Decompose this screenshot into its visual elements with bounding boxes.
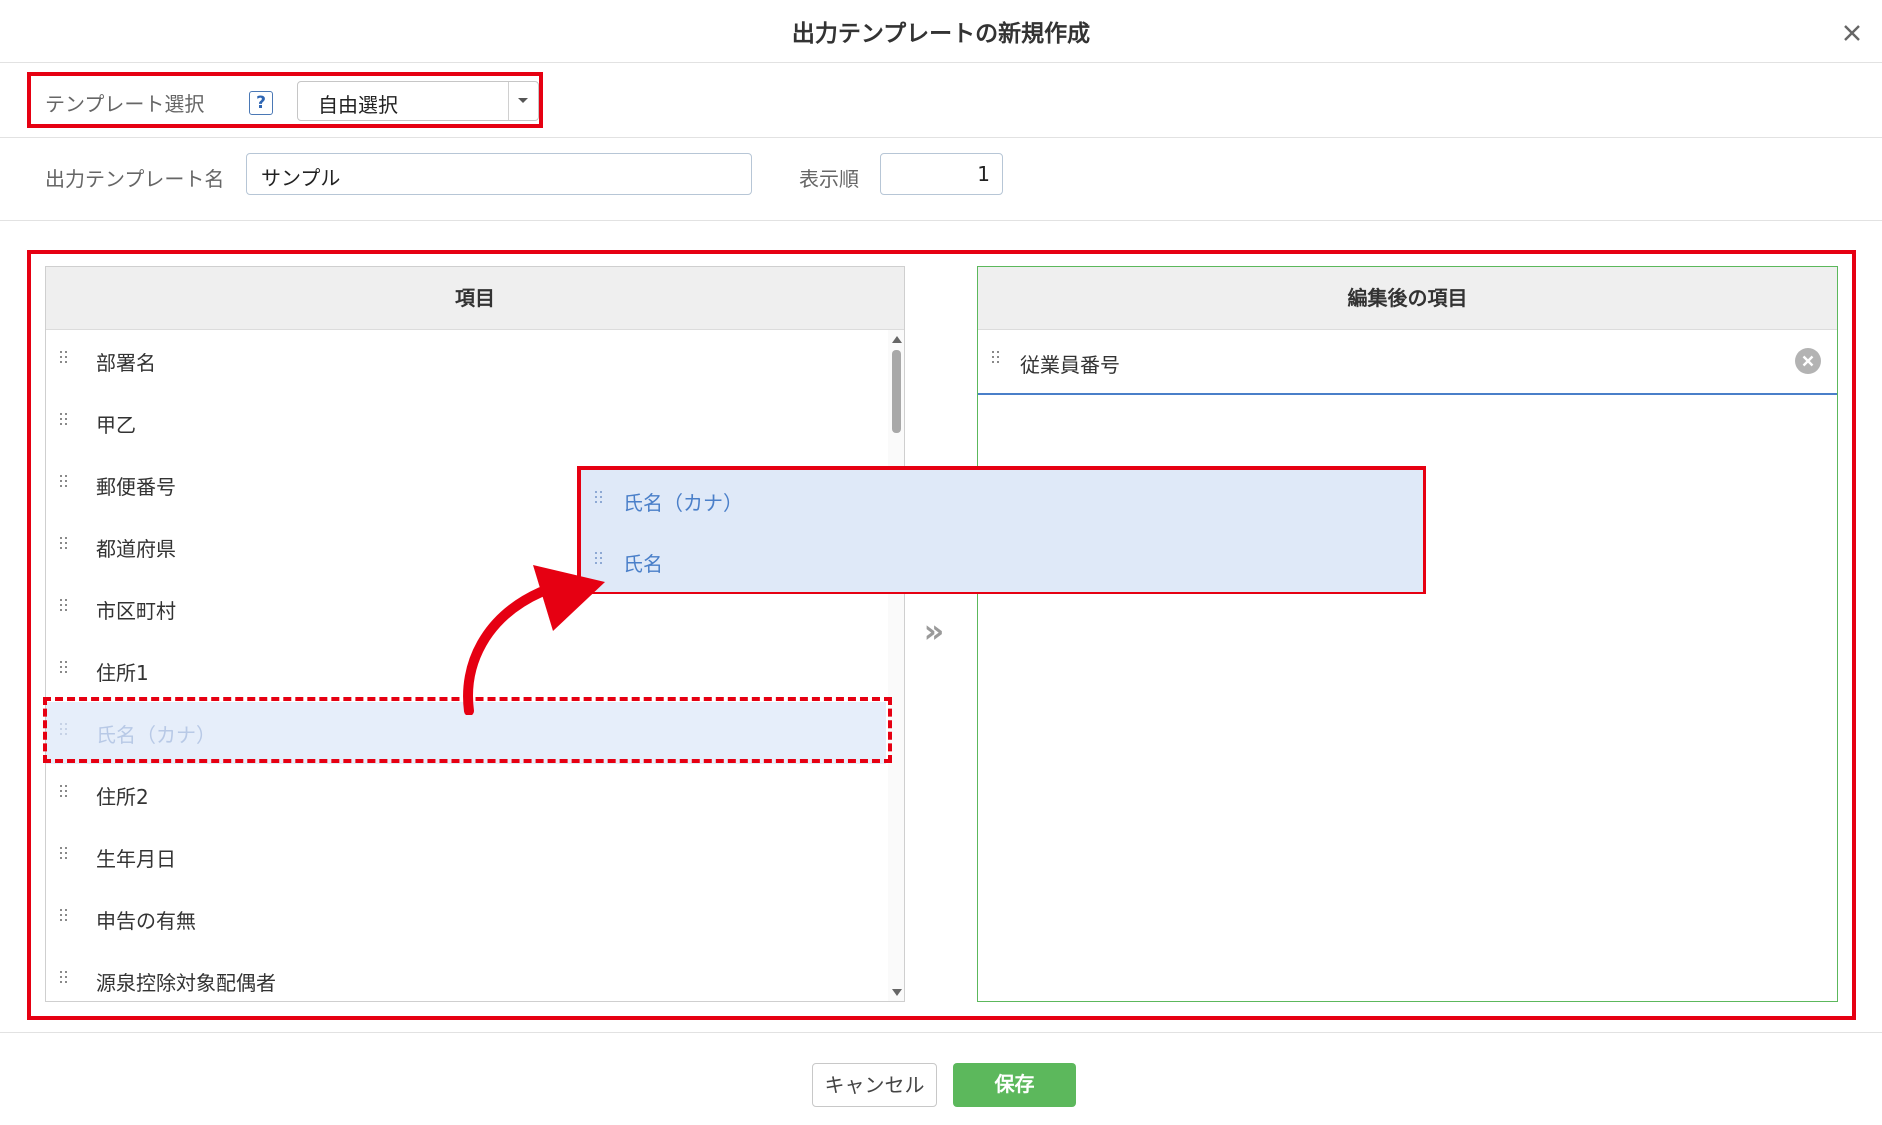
dragging-item[interactable]: 氏名 xyxy=(581,531,1423,592)
drag-handle-icon[interactable] xyxy=(60,351,68,365)
item-label: 住所2 xyxy=(96,785,149,809)
item-row[interactable]: 源泉控除対象配偶者 xyxy=(46,950,886,1001)
template-name-label: 出力テンプレート名 xyxy=(45,167,225,191)
chevron-down-icon[interactable] xyxy=(518,98,528,103)
item-row[interactable]: 部署名 xyxy=(46,330,886,393)
item-label: 住所1 xyxy=(96,661,149,685)
dialog-title: 出力テンプレートの新規作成 xyxy=(791,21,1091,47)
template-select-value: 自由選択 xyxy=(318,93,398,117)
available-items-header: 項目 xyxy=(46,267,904,330)
scrollbar[interactable] xyxy=(888,330,904,1001)
save-button[interactable]: 保存 xyxy=(953,1063,1076,1107)
selected-items-panel: 編集後の項目 従業員番号 xyxy=(977,266,1838,1002)
drag-handle-icon[interactable] xyxy=(992,351,1000,365)
dragging-item-label: 氏名 xyxy=(623,552,663,576)
item-label: 生年月日 xyxy=(96,847,176,871)
cancel-button[interactable]: キャンセル xyxy=(812,1063,937,1107)
divider xyxy=(0,1032,1882,1033)
display-order-value: 1 xyxy=(977,162,990,186)
item-label: 氏名（カナ） xyxy=(96,723,216,747)
item-label: 部署名 xyxy=(96,351,156,375)
template-select-dropdown[interactable]: 自由選択 xyxy=(297,81,539,121)
item-row[interactable]: 甲乙 xyxy=(46,392,886,455)
display-order-label: 表示順 xyxy=(799,167,859,191)
move-right-button[interactable]: » xyxy=(918,615,950,647)
drag-handle-icon[interactable] xyxy=(60,475,68,489)
close-icon[interactable] xyxy=(1837,18,1867,48)
item-label: 甲乙 xyxy=(96,413,136,437)
drag-handle-icon[interactable] xyxy=(60,847,68,861)
item-label: 源泉控除対象配偶者 xyxy=(96,971,276,995)
help-icon[interactable]: ? xyxy=(249,91,273,115)
drag-handle-icon[interactable] xyxy=(60,599,68,613)
drag-handle-icon[interactable] xyxy=(60,661,68,675)
display-order-input[interactable]: 1 xyxy=(880,153,1003,195)
selected-items-header: 編集後の項目 xyxy=(978,267,1837,330)
selected-item-row[interactable]: 従業員番号 xyxy=(978,330,1837,395)
item-row[interactable]: 住所2 xyxy=(46,764,886,827)
drag-handle-icon[interactable] xyxy=(60,785,68,799)
drag-handle-icon[interactable] xyxy=(60,971,68,985)
scrollbar-thumb[interactable] xyxy=(892,350,901,433)
dragging-items[interactable]: 氏名（カナ） 氏名 xyxy=(581,470,1423,592)
selected-item-label: 従業員番号 xyxy=(1020,353,1120,377)
item-label: 都道府県 xyxy=(96,537,176,561)
template-select-label: テンプレート選択 xyxy=(45,92,205,116)
dragging-item[interactable]: 氏名（カナ） xyxy=(581,470,1423,532)
dropdown-divider xyxy=(508,82,509,120)
template-name-input[interactable]: サンプル xyxy=(246,153,752,195)
drag-handle-icon[interactable] xyxy=(60,723,68,737)
divider xyxy=(0,220,1882,221)
template-name-value: サンプル xyxy=(261,166,341,190)
drag-handle-icon[interactable] xyxy=(60,909,68,923)
drag-arrow-icon xyxy=(463,565,605,715)
scroll-down-icon[interactable] xyxy=(892,989,902,996)
drag-handle-icon[interactable] xyxy=(60,413,68,427)
item-label: 申告の有無 xyxy=(96,909,196,933)
drag-handle-icon[interactable] xyxy=(595,491,603,505)
drag-handle-icon[interactable] xyxy=(60,537,68,551)
item-row[interactable]: 生年月日 xyxy=(46,826,886,889)
scroll-up-icon[interactable] xyxy=(892,336,902,343)
divider xyxy=(0,137,1882,138)
remove-icon[interactable] xyxy=(1795,348,1821,374)
divider xyxy=(0,62,1882,63)
dragging-item-label: 氏名（カナ） xyxy=(623,491,743,515)
item-row[interactable]: 申告の有無 xyxy=(46,888,886,951)
item-label: 市区町村 xyxy=(96,599,176,623)
item-label: 郵便番号 xyxy=(96,475,176,499)
